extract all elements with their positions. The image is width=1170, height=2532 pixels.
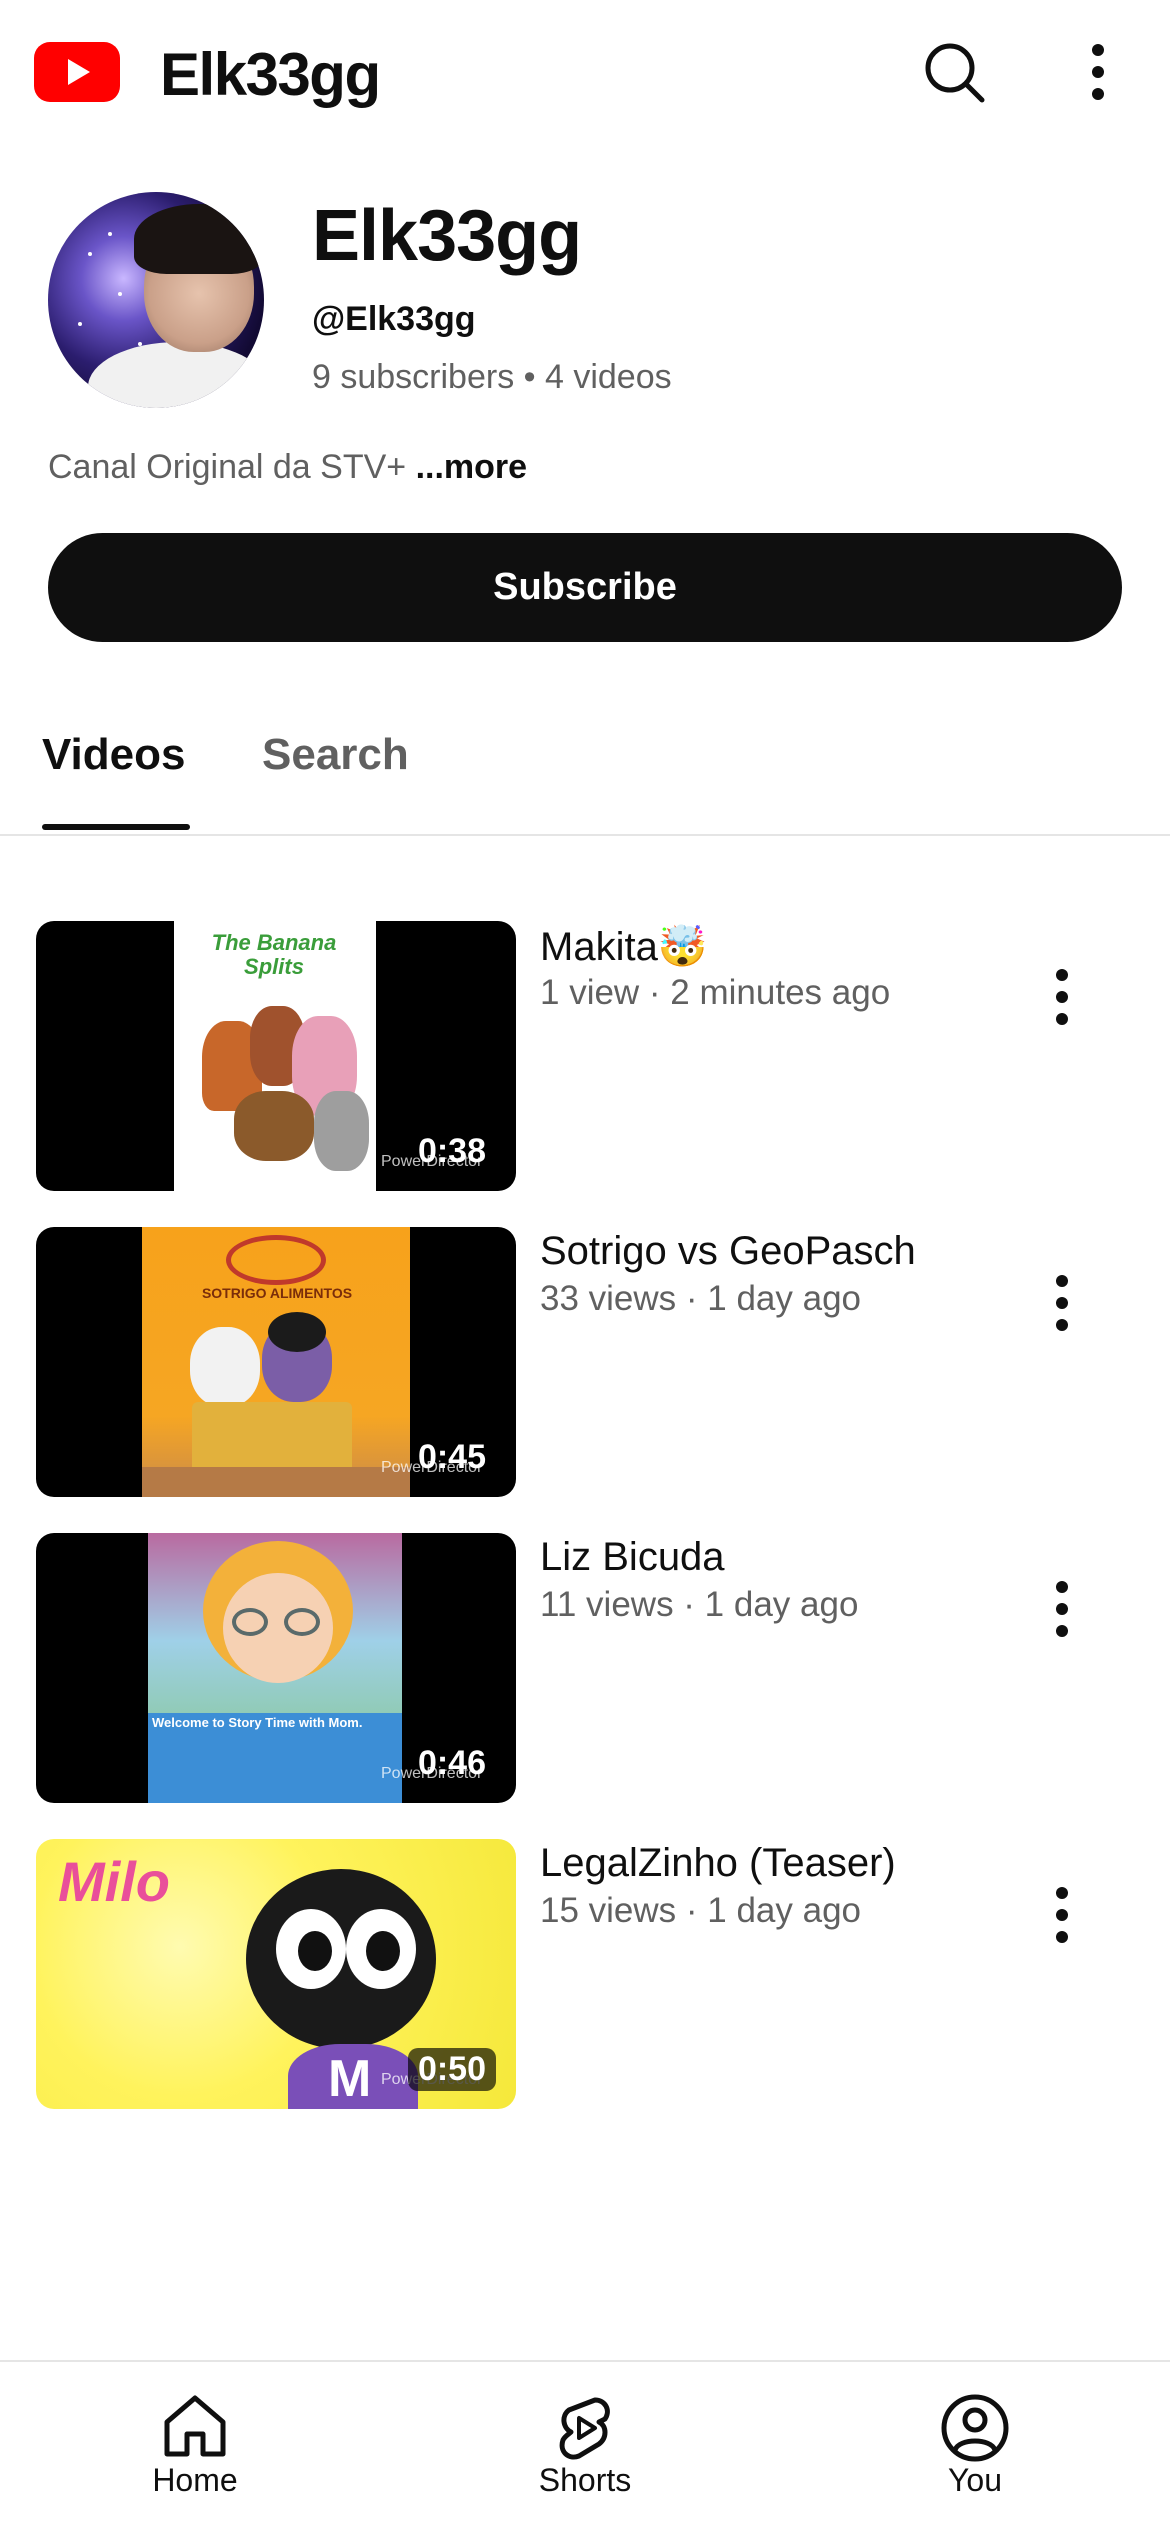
video-thumbnail[interactable]: Welcome to Story Time with Mom. PowerDir… <box>36 1533 516 1803</box>
header-channel-name: Elk33gg <box>160 41 381 108</box>
video-more-icon[interactable] <box>1032 1573 1092 1645</box>
milo-shirt-letter: M <box>328 2050 372 2108</box>
description-more-link[interactable]: ...more <box>416 448 527 486</box>
tab-videos[interactable]: Videos <box>42 730 185 780</box>
channel-stats: 9 subscribers • 4 videos <box>312 358 672 396</box>
video-more-icon[interactable] <box>1032 1267 1092 1339</box>
banana-splits-logo: The Banana Splits <box>211 930 337 979</box>
subscribe-button[interactable]: Subscribe <box>48 533 1122 642</box>
sotrigo-brand-text: SOTRIGO ALIMENTOS <box>201 1285 353 1301</box>
video-duration: 0:38 <box>417 1132 486 1170</box>
search-icon[interactable] <box>918 36 990 108</box>
video-metadata: 11 views · 1 day ago <box>540 1585 859 1624</box>
nav-home-label: Home <box>152 2462 238 2498</box>
video-title[interactable]: Liz Bicuda <box>540 1535 725 1580</box>
video-title[interactable]: LegalZinho (Teaser) <box>540 1841 896 1886</box>
channel-avatar[interactable] <box>48 192 264 408</box>
nav-shorts-label: Shorts <box>538 2462 632 2498</box>
video-more-icon[interactable] <box>1032 1879 1092 1951</box>
description-text: Canal Original da STV+ <box>48 448 407 486</box>
video-list-item[interactable]: Milo M PowerDirector 0:50 LegalZinho (Te… <box>0 1839 1170 2109</box>
video-list-item[interactable]: The Banana Splits PowerDirector 0:38 Mak… <box>0 921 1170 1191</box>
shorts-icon <box>559 2397 610 2460</box>
video-duration: 0:46 <box>417 1744 486 1782</box>
video-metadata: 15 views · 1 day ago <box>540 1891 862 1930</box>
video-duration: 0:45 <box>417 1438 486 1476</box>
video-list-item[interactable]: Welcome to Story Time with Mom. PowerDir… <box>0 1533 1170 1803</box>
youtube-logo-icon[interactable] <box>34 42 120 102</box>
nav-you[interactable]: You <box>875 2362 1075 2532</box>
channel-description[interactable]: Canal Original da STV+ ...more <box>48 448 527 487</box>
channel-tabs: Videos Search <box>0 700 1170 836</box>
video-title[interactable]: Makita🤯 <box>540 923 708 970</box>
video-metadata: 33 views · 1 day ago <box>540 1279 862 1318</box>
home-icon <box>164 2395 226 2457</box>
video-list-item[interactable]: SOTRIGO ALIMENTOS PowerDirector 0:45 Sot… <box>0 1227 1170 1497</box>
tab-search[interactable]: Search <box>262 730 409 780</box>
video-more-icon[interactable] <box>1032 961 1092 1033</box>
video-thumbnail[interactable]: SOTRIGO ALIMENTOS PowerDirector 0:45 <box>36 1227 516 1497</box>
video-duration: 0:50 <box>407 2048 496 2091</box>
milo-logo: Milo <box>58 1850 170 1913</box>
channel-handle: @Elk33gg <box>312 300 476 338</box>
top-app-bar: Elk33gg <box>0 0 1170 150</box>
account-icon <box>941 2394 1009 2462</box>
nav-home[interactable]: Home <box>95 2362 295 2532</box>
channel-title: Elk33gg <box>312 196 582 276</box>
video-thumbnail[interactable]: Milo M PowerDirector 0:50 <box>36 1839 516 2109</box>
more-vertical-icon[interactable] <box>1062 36 1134 108</box>
nav-shorts[interactable]: Shorts <box>485 2362 685 2532</box>
video-thumbnail[interactable]: The Banana Splits PowerDirector 0:38 <box>36 921 516 1191</box>
video-metadata: 1 view · 2 minutes ago <box>540 973 891 1012</box>
video-title[interactable]: Sotrigo vs GeoPasch <box>540 1229 916 1274</box>
bottom-navigation: Home Shorts You <box>0 2360 1170 2532</box>
active-tab-indicator <box>42 824 190 830</box>
nav-you-label: You <box>948 2462 1002 2498</box>
story-time-caption: Welcome to Story Time with Mom. <box>152 1715 363 1730</box>
